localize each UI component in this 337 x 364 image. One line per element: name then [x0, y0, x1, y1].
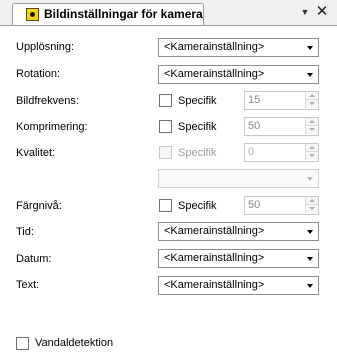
- color-level-value: 50: [248, 199, 261, 211]
- framerate-spinner[interactable]: 15: [244, 91, 319, 110]
- chevron-down-icon: [307, 257, 313, 261]
- quality-label: Kvalitet:: [16, 147, 56, 159]
- text-label: Text:: [16, 279, 40, 291]
- quality-value: 0: [248, 146, 255, 158]
- date-label: Datum:: [16, 253, 52, 265]
- vandal-detection-label: Vandaldetektion: [35, 337, 114, 349]
- compression-spinner[interactable]: 50: [244, 117, 319, 136]
- rotation-value: <Kamerainställning>: [164, 68, 265, 80]
- resolution-select[interactable]: <Kamerainställning>: [158, 38, 319, 57]
- color-level-label: Färgnivå:: [16, 200, 62, 212]
- chevron-down-icon: [307, 284, 313, 288]
- quality-specific-label: Specifik: [178, 147, 217, 159]
- vandal-detection-checkbox[interactable]: [16, 337, 29, 350]
- tab-strip: Bildinställningar för kamera ▼ ✕: [0, 0, 337, 26]
- dropdown-arrow-icon[interactable]: ▼: [299, 5, 311, 19]
- framerate-specific-checkbox[interactable]: [159, 94, 172, 107]
- time-value: <Kamerainställning>: [164, 225, 265, 237]
- quality-spinner: 0: [244, 143, 319, 162]
- tab-camera-image-settings[interactable]: Bildinställningar för kamera: [12, 3, 204, 25]
- time-label: Tid:: [16, 226, 34, 238]
- rotation-label: Rotation:: [16, 68, 61, 80]
- chevron-down-icon: [307, 230, 313, 234]
- color-level-specific-label: Specifik: [178, 200, 217, 212]
- framerate-label: Bildfrekvens:: [16, 95, 79, 107]
- compression-value: 50: [248, 120, 261, 132]
- compression-label: Komprimering:: [16, 121, 88, 133]
- quality-select: [158, 169, 319, 188]
- camera-icon: [26, 8, 39, 21]
- chevron-down-icon: [307, 73, 313, 77]
- color-level-specific-checkbox[interactable]: [159, 199, 172, 212]
- date-value: <Kamerainställning>: [164, 252, 265, 264]
- color-level-spinner[interactable]: 50: [244, 196, 319, 215]
- time-select[interactable]: <Kamerainställning>: [158, 222, 319, 241]
- tab-title: Bildinställningar för kamera: [44, 7, 203, 21]
- spin-up-icon: [305, 144, 318, 152]
- chevron-down-icon: [307, 46, 313, 50]
- text-value: <Kamerainställning>: [164, 279, 265, 291]
- spin-up-icon[interactable]: [305, 118, 318, 126]
- framerate-value: 15: [248, 94, 261, 106]
- camera-image-settings-panel: Bildinställningar för kamera ▼ ✕ Upplösn…: [0, 0, 337, 364]
- spin-down-icon[interactable]: [305, 126, 318, 134]
- compression-specific-label: Specifik: [178, 121, 217, 133]
- resolution-value: <Kamerainställning>: [164, 41, 265, 53]
- resolution-label: Upplösning:: [16, 41, 75, 53]
- close-icon[interactable]: ✕: [314, 3, 330, 21]
- rotation-select[interactable]: <Kamerainställning>: [158, 65, 319, 84]
- framerate-specific-label: Specifik: [178, 95, 217, 107]
- date-select[interactable]: <Kamerainställning>: [158, 249, 319, 268]
- spin-down-icon[interactable]: [305, 205, 318, 213]
- compression-specific-checkbox[interactable]: [159, 120, 172, 133]
- spin-down-icon[interactable]: [305, 100, 318, 108]
- spin-up-icon[interactable]: [305, 92, 318, 100]
- quality-specific-checkbox: [159, 146, 172, 159]
- text-select[interactable]: <Kamerainställning>: [158, 276, 319, 295]
- spin-down-icon: [305, 152, 318, 160]
- chevron-down-icon: [307, 177, 313, 181]
- spin-up-icon[interactable]: [305, 197, 318, 205]
